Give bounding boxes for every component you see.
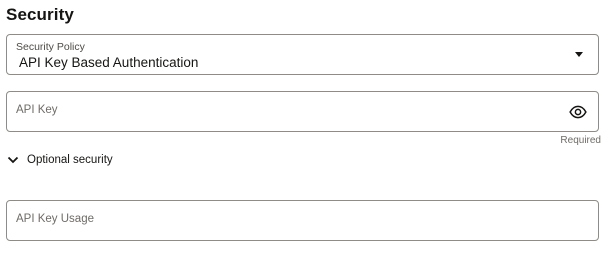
api-key-placeholder: API Key <box>16 104 58 116</box>
security-policy-value: API Key Based Authentication <box>19 55 199 70</box>
api-key-usage-placeholder: API Key Usage <box>16 213 94 225</box>
optional-security-toggle[interactable]: Optional security <box>7 154 113 166</box>
security-panel: Security Security Policy API Key Based A… <box>0 0 615 268</box>
security-policy-select[interactable]: Security Policy API Key Based Authentica… <box>6 34 599 75</box>
api-key-usage-field[interactable]: API Key Usage <box>6 200 599 241</box>
chevron-down-icon <box>7 156 19 164</box>
section-title: Security <box>6 5 74 24</box>
optional-security-label: Optional security <box>27 154 113 166</box>
required-hint: Required <box>560 135 601 146</box>
eye-icon[interactable] <box>569 103 587 121</box>
caret-down-icon[interactable] <box>575 52 583 57</box>
security-policy-label: Security Policy <box>16 41 85 53</box>
api-key-field[interactable]: API Key <box>6 91 599 132</box>
